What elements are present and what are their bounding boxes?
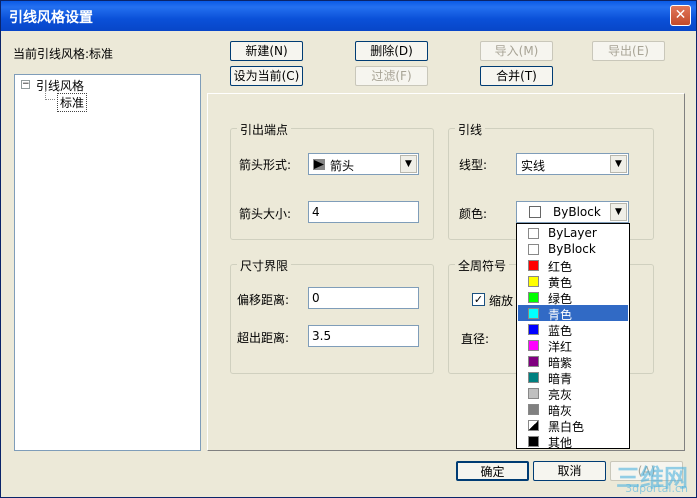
color-option[interactable]: 青色	[518, 305, 628, 322]
color-swatch	[529, 206, 541, 218]
chevron-down-icon[interactable]: ▼	[610, 203, 627, 221]
arrow-style-select[interactable]: 箭头 ▼	[308, 153, 419, 175]
filter-button[interactable]: 过滤(F)	[355, 66, 428, 86]
color-option[interactable]: ByBlock	[518, 241, 628, 257]
color-swatch-icon	[528, 292, 539, 303]
style-tree[interactable]: − 引线风格 标准	[14, 74, 201, 451]
import-button[interactable]: 导入(M)	[480, 41, 553, 61]
extend-input[interactable]: 3.5	[308, 325, 419, 347]
export-button[interactable]: 导出(E)	[592, 41, 665, 61]
current-style-label: 当前引线风格:标准	[13, 47, 114, 61]
window-title: 引线风格设置	[9, 10, 93, 26]
color-option[interactable]: 洋红	[518, 337, 628, 354]
arrow-size-label: 箭头大小:	[239, 207, 292, 221]
arrow-style-label: 箭头形式:	[239, 158, 292, 172]
extend-label: 超出距离:	[237, 331, 290, 345]
cancel-button[interactable]: 取消	[533, 461, 606, 481]
arrow-shape-icon	[314, 160, 324, 169]
watermark-subtext: 3dportal.cn	[625, 482, 688, 495]
color-value: ByBlock	[553, 205, 601, 219]
color-label: 颜色:	[459, 207, 488, 221]
color-swatch-icon	[528, 276, 539, 287]
color-option-label: ByBlock	[548, 242, 596, 256]
diameter-label: 直径:	[461, 332, 490, 346]
linetype-value: 实线	[521, 159, 546, 173]
tree-expander[interactable]: −	[21, 80, 30, 89]
tree-root[interactable]: 引线风格	[36, 77, 84, 94]
close-button[interactable]: ✕	[670, 5, 691, 26]
tree-connector	[45, 90, 55, 100]
ok-button[interactable]: 确定	[456, 461, 529, 481]
arrow-group: 引出端点	[230, 121, 434, 240]
leader-style-dialog: 引线风格设置 ✕ 当前引线风格:标准 新建(N) 删除(D) 导入(M) 导出(…	[0, 0, 697, 498]
color-option[interactable]: ByLayer	[518, 225, 628, 241]
color-option[interactable]: 红色	[518, 257, 628, 274]
color-swatch-icon	[528, 356, 539, 367]
color-option-label: 其他	[548, 436, 573, 450]
color-option[interactable]: 暗紫	[518, 353, 628, 370]
color-swatch-icon	[528, 260, 539, 271]
color-swatch-icon	[528, 244, 539, 255]
color-option[interactable]: 亮灰	[518, 385, 628, 402]
leader-group-title: 引线	[455, 121, 486, 138]
new-button[interactable]: 新建(N)	[230, 41, 303, 61]
arrow-size-input[interactable]: 4	[308, 201, 419, 223]
offset-input[interactable]: 0	[308, 287, 419, 309]
linetype-label: 线型:	[459, 158, 488, 172]
color-swatch-icon	[528, 436, 539, 447]
chevron-down-icon[interactable]: ▼	[610, 155, 627, 173]
scale-label: 缩放	[489, 294, 514, 308]
dimension-group-title: 尺寸界限	[237, 257, 292, 274]
chevron-down-icon[interactable]: ▼	[400, 155, 417, 173]
color-option[interactable]: 暗青	[518, 369, 628, 386]
color-option-label: ByLayer	[548, 226, 597, 240]
linetype-select[interactable]: 实线 ▼	[516, 153, 629, 175]
color-swatch-icon	[528, 372, 539, 383]
color-option[interactable]: 黄色	[518, 273, 628, 290]
title-bar: 引线风格设置 ✕	[1, 1, 696, 31]
color-option[interactable]: 黑白色	[518, 417, 628, 434]
color-option[interactable]: 蓝色	[518, 321, 628, 338]
color-option[interactable]: 绿色	[518, 289, 628, 306]
color-swatch-icon	[528, 324, 539, 335]
arrow-style-value: 箭头	[330, 159, 355, 173]
offset-label: 偏移距离:	[237, 293, 290, 307]
all-around-group-title: 全周符号	[455, 257, 510, 274]
color-swatch-icon	[528, 308, 539, 319]
scale-checkbox[interactable]: ✓	[472, 293, 485, 306]
color-option[interactable]: 暗灰	[518, 401, 628, 418]
merge-button[interactable]: 合并(T)	[480, 66, 553, 86]
color-swatch-icon	[528, 420, 539, 431]
color-dropdown-list: ByLayer ByBlock 红色 黄色 绿色 青色 蓝色 洋红 暗紫 暗青 亮灰 暗灰 黑白色其他	[516, 223, 630, 450]
delete-button[interactable]: 删除(D)	[355, 41, 428, 61]
arrow-preview-icon	[313, 159, 325, 170]
arrow-group-title: 引出端点	[237, 121, 292, 138]
tree-item-standard[interactable]: 标准	[57, 93, 88, 112]
color-swatch-icon	[528, 340, 539, 351]
color-select[interactable]: ByBlock ▼	[516, 201, 629, 223]
dimension-group: 尺寸界限	[230, 257, 434, 374]
color-swatch-icon	[528, 404, 539, 415]
color-swatch-icon	[528, 388, 539, 399]
color-swatch-icon	[528, 228, 539, 239]
color-option[interactable]: 其他	[518, 433, 628, 450]
set-current-button[interactable]: 设为当前(C)	[230, 66, 303, 86]
